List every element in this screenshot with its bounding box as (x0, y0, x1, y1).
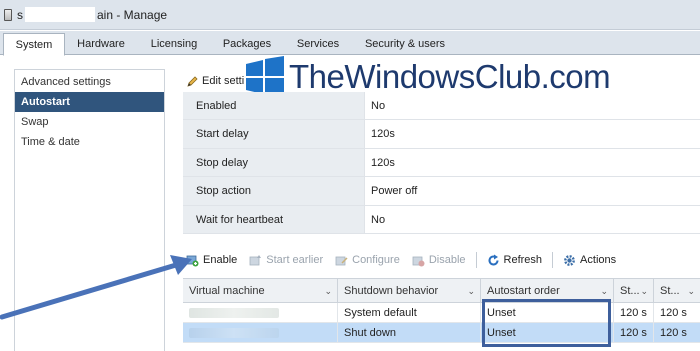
chevron-down-icon[interactable]: ⌄ (687, 279, 695, 303)
setting-value: 120s (371, 156, 395, 169)
vm-name-cell (183, 323, 338, 342)
setting-key: Start delay (183, 120, 365, 148)
refresh-button[interactable]: Refresh (487, 254, 543, 267)
enable-button[interactable]: Enable (186, 254, 237, 267)
title-prefix: s (17, 7, 23, 22)
start-earlier-button[interactable]: Start earlier (249, 254, 323, 267)
edit-settings-label: Edit setti (202, 75, 245, 87)
disable-button[interactable]: Disable (412, 254, 466, 267)
chevron-down-icon[interactable]: ⌄ (324, 279, 332, 303)
vm-autostart-grid: Virtual machine ⌄ Shutdown behavior ⌄ Auto… (183, 278, 700, 343)
pencil-icon (187, 75, 198, 87)
title-suffix: ain - Manage (97, 7, 168, 22)
disable-icon (412, 256, 425, 266)
grid-header: Virtual machine ⌄ Shutdown behavior ⌄ Auto… (183, 279, 700, 303)
blurred-vm-name (189, 308, 279, 318)
window-title-bar: s ain - Manage (0, 0, 700, 30)
table-row[interactable]: Shut down Unset 120 s 120 s (183, 323, 700, 343)
column-header-label: Virtual machine (189, 285, 265, 297)
blurred-vm-name (189, 328, 279, 338)
shutdown-behavior-cell: Shut down (338, 323, 481, 342)
column-header-label: Autostart order (487, 285, 560, 297)
host-icon (4, 8, 12, 21)
setting-value: No (371, 100, 386, 112)
sidebar-item-time-date[interactable]: Time & date (15, 132, 164, 152)
vm-name-cell (183, 303, 338, 322)
setting-value: 120s (371, 128, 395, 141)
table-row[interactable]: System default Unset 120 s 120 s (183, 303, 700, 323)
configure-label: Configure (352, 254, 400, 266)
tab-system[interactable]: System (3, 33, 65, 56)
start-earlier-icon (249, 254, 262, 265)
setting-key: Wait for heartbeat (183, 205, 365, 233)
column-header-start-delay[interactable]: St... ⌄ (614, 279, 654, 302)
autostart-settings-table: Enabled No Start delay 120s Stop delay 1… (183, 92, 700, 234)
autostart-toolbar: Enable Start earlier Configure Disable R… (186, 250, 628, 270)
watermark-text: TheWindowsClub.com (289, 58, 611, 95)
enable-icon (186, 255, 199, 266)
configure-icon (335, 256, 348, 265)
gear-icon (564, 254, 575, 266)
sidebar-item-advanced-settings[interactable]: Advanced settings (15, 72, 164, 92)
chevron-down-icon[interactable]: ⌄ (640, 279, 648, 303)
disable-label: Disable (428, 254, 466, 266)
refresh-label: Refresh (503, 254, 543, 266)
setting-value: Power off (371, 185, 418, 198)
refresh-icon (488, 254, 499, 265)
setting-value: No (371, 213, 386, 226)
sidebar-item-autostart[interactable]: Autostart (15, 92, 164, 112)
edit-settings-button[interactable]: Edit setti (186, 73, 244, 89)
setting-key: Stop delay (183, 148, 365, 177)
autostart-order-highlight-box (482, 299, 611, 347)
column-header-label: Shutdown behavior (344, 285, 439, 297)
settings-row: Stop action Power off (183, 177, 700, 206)
settings-row: Wait for heartbeat No (183, 205, 700, 234)
configure-button[interactable]: Configure (335, 254, 400, 267)
tab-hardware[interactable]: Hardware (70, 33, 132, 55)
start-delay-cell: 120 s (614, 323, 654, 342)
stop-delay-cell: 120 s (660, 327, 687, 339)
setting-key: Enabled (183, 92, 365, 120)
settings-row: Enabled No (183, 92, 700, 121)
shutdown-behavior-cell: System default (338, 303, 481, 322)
stop-delay-cell: 120 s (660, 307, 687, 319)
redacted-hostname (25, 7, 95, 22)
column-header-label: St... (660, 285, 680, 297)
settings-row: Start delay 120s (183, 120, 700, 149)
column-header-shutdown-behavior[interactable]: Shutdown behavior ⌄ (338, 279, 481, 302)
column-header-label: St... (620, 285, 640, 297)
start-delay-cell: 120 s (614, 303, 654, 322)
actions-label: Actions (580, 254, 617, 266)
start-earlier-label: Start earlier (266, 254, 324, 266)
sidebar-item-swap[interactable]: Swap (15, 112, 164, 132)
settings-sidebar: Advanced settings Autostart Swap Time & … (14, 69, 165, 351)
tab-licensing[interactable]: Licensing (143, 33, 205, 55)
toolbar-separator (475, 252, 477, 268)
settings-row: Stop delay 120s (183, 148, 700, 178)
column-header-virtual-machine[interactable]: Virtual machine ⌄ (183, 279, 338, 302)
chevron-down-icon[interactable]: ⌄ (467, 279, 475, 303)
setting-key: Stop action (183, 177, 365, 205)
actions-button[interactable]: Actions (563, 254, 616, 267)
toolbar-separator (552, 252, 554, 268)
enable-label: Enable (203, 254, 238, 266)
column-header-stop-delay[interactable]: St... ⌄ (654, 279, 700, 302)
